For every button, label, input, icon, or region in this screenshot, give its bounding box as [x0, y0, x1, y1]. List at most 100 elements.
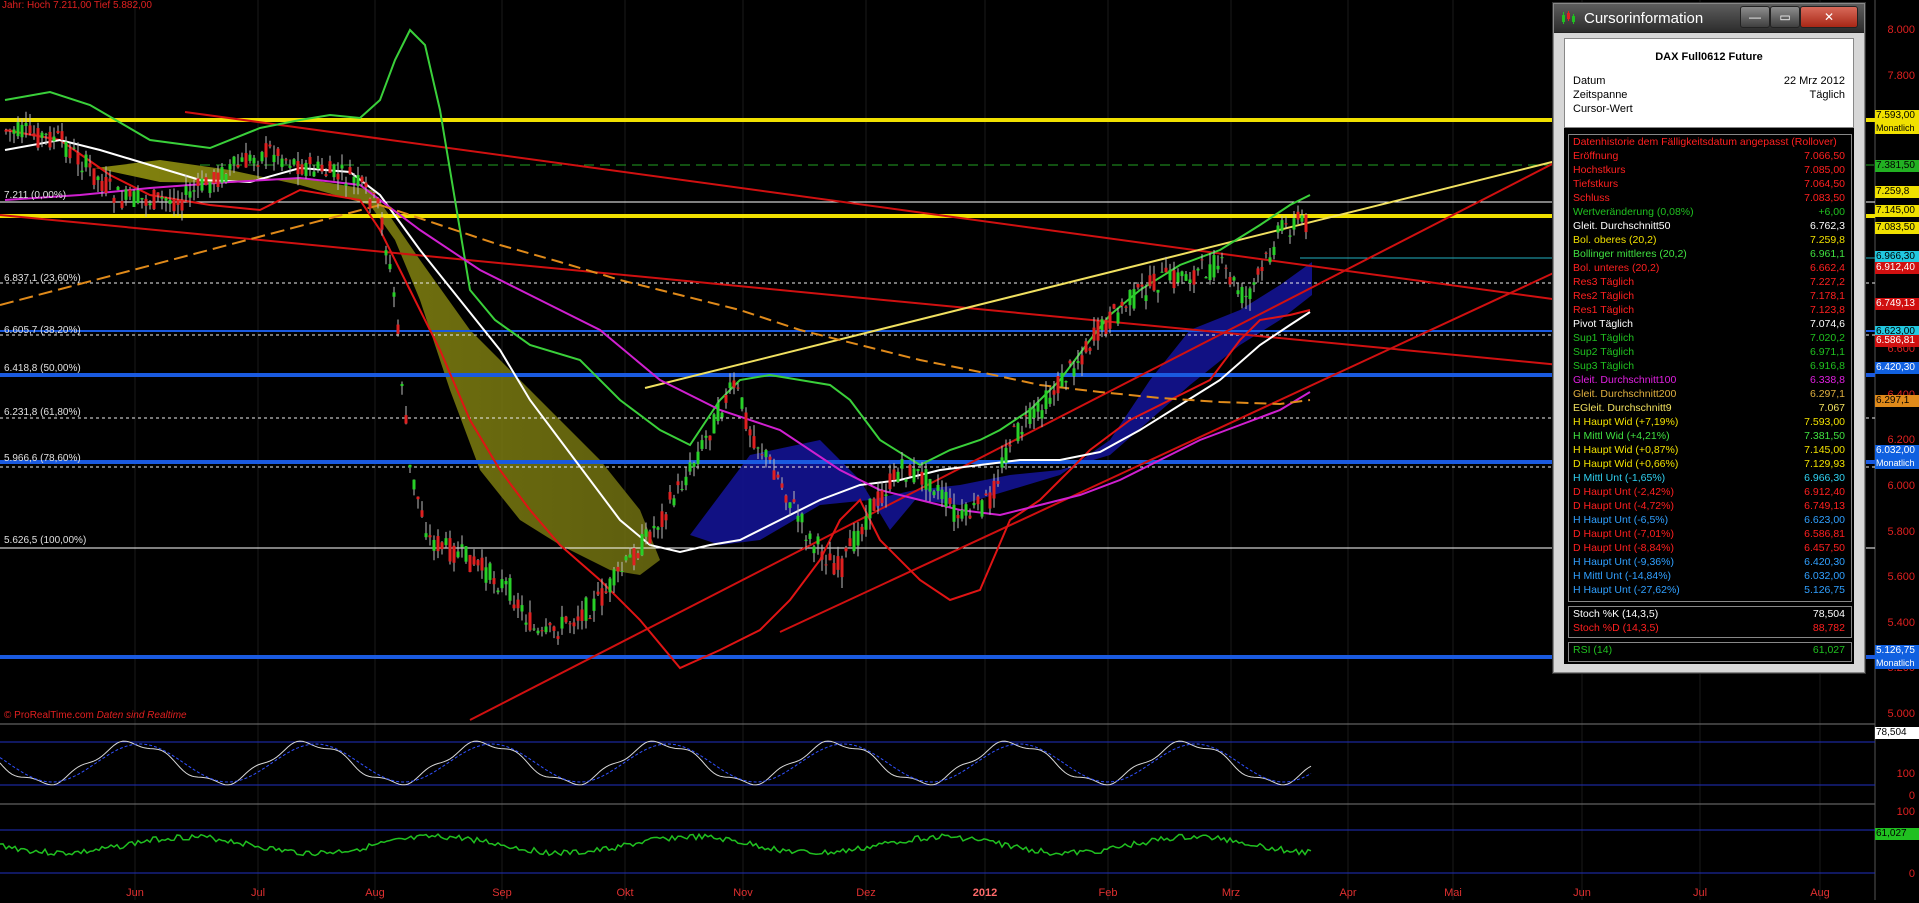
- fib-label: 7.211 (0,00%): [4, 190, 67, 201]
- candle-body: [64, 141, 68, 157]
- indicator-value: 6.971,1: [1809, 346, 1845, 358]
- candle-body: [780, 483, 784, 488]
- candle-body: [952, 504, 956, 522]
- candle-body: [1088, 348, 1092, 351]
- candle-body: [1272, 246, 1276, 255]
- cursor-info-window[interactable]: Cursorinformation — ▭ ✕ DAX Full0612 Fut…: [1553, 3, 1865, 673]
- candle-body: [144, 198, 148, 206]
- candle-body: [840, 558, 844, 578]
- indicator-label: Gleit. Durchschnitt200: [1573, 388, 1677, 400]
- candle-body: [688, 462, 692, 472]
- ma100-line: [4, 176, 1311, 517]
- candle-body: [336, 173, 340, 180]
- candle-body: [324, 174, 328, 176]
- candle-body: [944, 491, 948, 507]
- candle-body: [112, 197, 116, 203]
- candle-body: [248, 154, 252, 161]
- price-badge: 6.912,40: [1875, 262, 1919, 274]
- indicator-value: 7.259,8: [1809, 234, 1845, 246]
- candle-body: [1152, 273, 1156, 291]
- trendline-down: [184, 111, 1561, 301]
- indicator-row: Bol. oberes (20,2) 7.259,8: [1569, 233, 1851, 247]
- candle-body: [1256, 268, 1260, 275]
- candle-body: [1284, 223, 1288, 225]
- candlestick-app-icon: [1562, 11, 1575, 24]
- candle-body: [544, 626, 548, 633]
- indicator-row: Pivot Täglich 7.074,6: [1569, 317, 1851, 331]
- candle-body: [132, 191, 136, 207]
- price-badge-timeframe: Monatlich: [1876, 123, 1915, 133]
- candle-body: [48, 131, 52, 148]
- candle-body: [908, 465, 912, 476]
- indicator-label: Tiefstkurs: [1573, 178, 1619, 190]
- candle-body: [604, 591, 608, 593]
- time-axis-label: Feb: [1098, 887, 1118, 899]
- indicator-label: H Mittl Wid (+4,21%): [1573, 430, 1670, 442]
- indicator-label: H Haupt Unt (-9,36%): [1573, 556, 1674, 568]
- candle-body: [1228, 276, 1232, 285]
- candle-body: [8, 129, 12, 132]
- candle-body: [1136, 284, 1140, 288]
- indicator-label: Res2 Täglich: [1573, 290, 1635, 302]
- info-label: Zeitspanne: [1573, 89, 1628, 101]
- price-axis-label: 5.600: [1887, 571, 1915, 584]
- candle-body: [1304, 214, 1308, 233]
- candle-body: [376, 198, 380, 204]
- indicator-value: 6.420,30: [1804, 556, 1845, 568]
- candle-body: [332, 164, 336, 178]
- fib-label: 5.966,6 (78,60%): [4, 453, 81, 464]
- candle-body: [428, 535, 432, 538]
- candle-body: [24, 123, 28, 127]
- indicator-value: 7.593,00: [1804, 416, 1845, 428]
- candle-body: [508, 578, 512, 601]
- candle-body: [416, 496, 420, 500]
- candle-body: [156, 192, 160, 196]
- indicator-label: D Haupt Wid (+0,66%): [1573, 458, 1679, 470]
- candle-body: [936, 484, 940, 491]
- indicator-row: Datenhistorie dem Fälligkeitsdatum angep…: [1569, 135, 1851, 149]
- candle-body: [20, 124, 24, 138]
- candle-body: [964, 504, 968, 516]
- candle-body: [812, 546, 816, 554]
- minimize-button[interactable]: —: [1740, 6, 1770, 28]
- candle-body: [1180, 271, 1184, 277]
- indicator-label: Gleit. Durchschnitt50: [1573, 220, 1671, 232]
- candle-body: [1224, 267, 1228, 269]
- indicator-value: 78,504: [1812, 608, 1845, 620]
- candle-body: [396, 324, 400, 334]
- candle-body: [100, 180, 104, 191]
- candle-body: [1236, 290, 1240, 295]
- indicator-label: Stoch %K (14,3,5): [1573, 608, 1659, 620]
- credit-note: Daten sind Realtime: [96, 710, 187, 721]
- candle-body: [1292, 218, 1296, 230]
- candle-body: [1132, 289, 1136, 309]
- candle-body: [892, 469, 896, 480]
- candle-body: [192, 190, 196, 192]
- candle-body: [1260, 267, 1264, 272]
- indicator-row: Bollinger mittleres (20,2) 6.961,1: [1569, 247, 1851, 261]
- price-axis-label: 6.000: [1887, 480, 1915, 492]
- price-badge: 7.259,8: [1875, 186, 1919, 198]
- price-badge: 6.749,13: [1875, 298, 1919, 310]
- window-titlebar[interactable]: Cursorinformation — ▭ ✕: [1554, 4, 1864, 33]
- candle-body: [820, 551, 824, 560]
- candle-body: [304, 162, 308, 176]
- candle-body: [1108, 311, 1112, 329]
- candle-body: [656, 527, 660, 530]
- info-value: 22 Mrz 2012: [1783, 75, 1845, 87]
- candle-body: [932, 491, 936, 496]
- candle-body: [756, 447, 760, 449]
- time-axis-label: Dez: [856, 887, 876, 899]
- maximize-button[interactable]: ▭: [1770, 6, 1800, 28]
- candle-body: [700, 440, 704, 449]
- candle-body: [1104, 319, 1108, 334]
- indicator-value: 61,027: [1812, 644, 1845, 656]
- candle-body: [744, 412, 748, 430]
- price-badge-value: 7.145,00: [1876, 205, 1915, 216]
- candle-body: [1016, 423, 1020, 442]
- candle-body: [148, 203, 152, 206]
- close-button[interactable]: ✕: [1800, 6, 1858, 28]
- candle-body: [704, 435, 708, 438]
- candle-body: [1004, 447, 1008, 463]
- time-axis-label: Jul: [1692, 887, 1708, 899]
